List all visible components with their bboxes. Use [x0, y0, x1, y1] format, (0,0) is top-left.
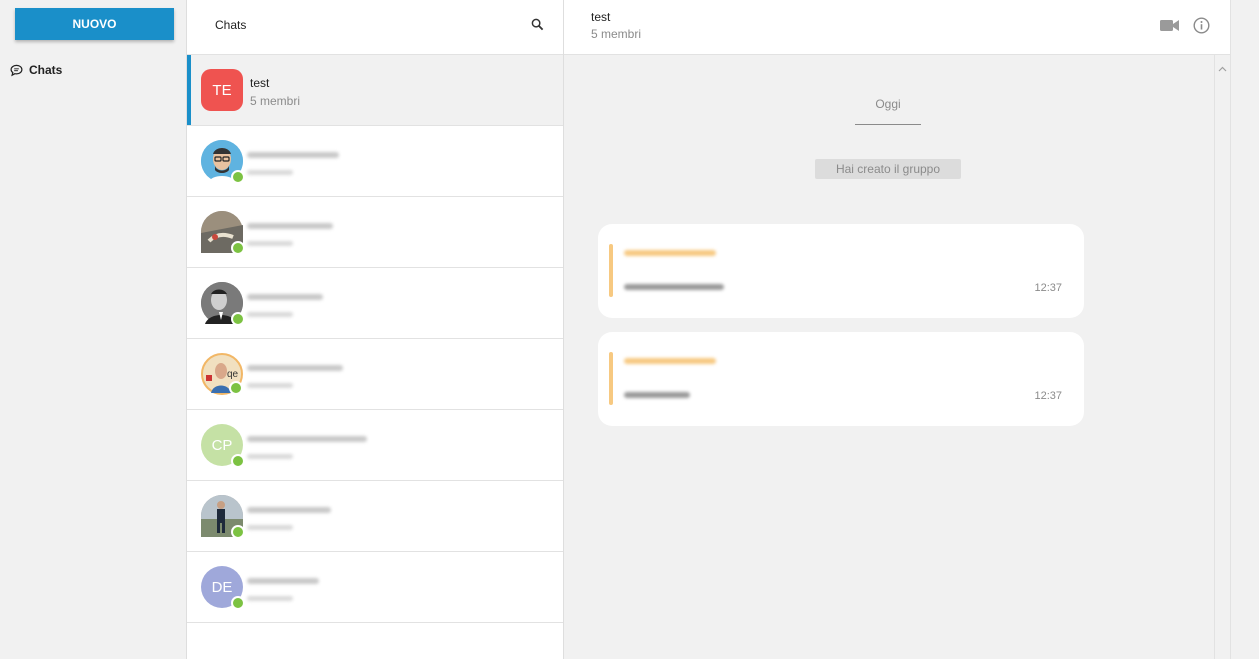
blurred-name [247, 223, 333, 229]
blurred-subtitle [247, 454, 293, 459]
blurred-subtitle [247, 241, 293, 246]
online-indicator [231, 525, 245, 539]
svg-text:qe: qe [227, 369, 239, 380]
online-indicator [231, 170, 245, 184]
blurred-subtitle [247, 170, 293, 175]
nav-item-label: Chats [29, 63, 63, 77]
chat-list-title: Chats [215, 18, 247, 32]
blurred-name [247, 578, 319, 584]
blurred-subtitle [247, 525, 293, 530]
chat-list-header: Chats [187, 0, 563, 55]
blurred-subtitle [247, 596, 293, 601]
online-indicator [231, 241, 245, 255]
message-bubble[interactable]: 12:37 [598, 224, 1084, 318]
chat-item[interactable]: qe [187, 339, 563, 410]
chat-item[interactable] [187, 268, 563, 339]
online-indicator [231, 454, 245, 468]
conversation-panel: test 5 membri Oggi Hai creato il gruppo … [564, 0, 1230, 659]
scrollbar[interactable] [1214, 55, 1230, 659]
avatar [201, 140, 245, 184]
video-call-icon[interactable] [1160, 19, 1179, 37]
online-indicator [231, 596, 245, 610]
info-icon[interactable] [1193, 17, 1210, 39]
message-area: Oggi Hai creato il gruppo 12:37 12:37 [564, 55, 1214, 659]
avatar [201, 495, 245, 539]
date-separator: Oggi [855, 97, 921, 125]
chat-item[interactable] [187, 481, 563, 552]
avatar: TE [201, 69, 243, 111]
blurred-text [624, 284, 724, 290]
online-indicator [229, 381, 243, 395]
left-nav: NUOVO Chats [0, 0, 186, 659]
blurred-name [247, 365, 343, 371]
quote-bar [609, 244, 613, 297]
avatar-initials: TE [212, 81, 232, 99]
online-indicator [231, 312, 245, 326]
blurred-subtitle [247, 383, 293, 388]
blurred-sender [624, 358, 716, 364]
blurred-text [624, 392, 690, 398]
conversation-subtitle: 5 membri [591, 27, 642, 41]
chat-item[interactable] [187, 197, 563, 268]
chat-name: test [250, 76, 270, 90]
system-message: Hai creato il gruppo [815, 159, 961, 179]
chat-subtitle: 5 membri [250, 94, 301, 108]
nav-item-chats[interactable]: Chats [10, 63, 62, 77]
chat-list: Chats TE test 5 membri qe CP DE [186, 0, 564, 659]
avatar-initials: CP [211, 436, 233, 454]
message-time: 12:37 [1034, 390, 1062, 402]
chat-item[interactable]: DE [187, 552, 563, 623]
chat-item[interactable]: CP [187, 410, 563, 481]
avatar-initials: DE [211, 578, 233, 596]
window-edge [1230, 0, 1259, 659]
chat-item-test[interactable]: TE test 5 membri [187, 55, 563, 126]
scroll-up-icon[interactable] [1218, 59, 1227, 77]
conversation-title: test [591, 10, 611, 24]
chat-item[interactable] [187, 126, 563, 197]
blurred-name [247, 436, 367, 442]
message-bubble[interactable]: 12:37 [598, 332, 1084, 426]
message-time: 12:37 [1034, 282, 1062, 294]
avatar [201, 211, 245, 255]
new-button[interactable]: NUOVO [15, 8, 174, 40]
blurred-name [247, 152, 339, 158]
blurred-sender [624, 250, 716, 256]
quote-bar [609, 352, 613, 405]
conversation-header: test 5 membri [564, 0, 1230, 55]
blurred-subtitle [247, 312, 293, 317]
avatar: qe [201, 353, 243, 395]
avatar [201, 282, 245, 326]
search-icon[interactable] [531, 18, 544, 36]
blurred-name [247, 507, 331, 513]
blurred-name [247, 294, 323, 300]
avatar: CP [201, 424, 245, 468]
avatar: DE [201, 566, 245, 610]
chat-bubble-icon [10, 64, 23, 77]
